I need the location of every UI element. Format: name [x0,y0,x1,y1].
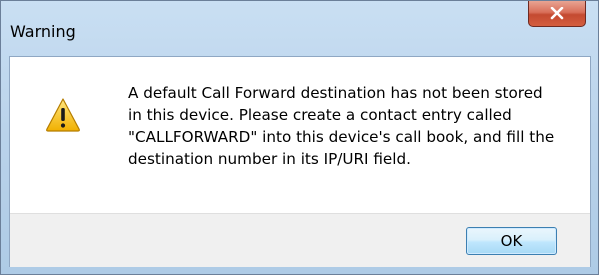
warning-triangle-icon [46,98,80,132]
close-x-icon [550,7,564,20]
warning-message: A default Call Forward destination has n… [128,84,555,168]
warning-dialog: Warning A default Call Forward destinati… [0,0,599,275]
close-button[interactable] [528,1,586,27]
window-title: Warning [10,22,76,41]
ok-button[interactable]: OK [466,227,557,255]
dialog-content: A default Call Forward destination has n… [9,56,591,267]
button-bar: OK [10,213,590,267]
